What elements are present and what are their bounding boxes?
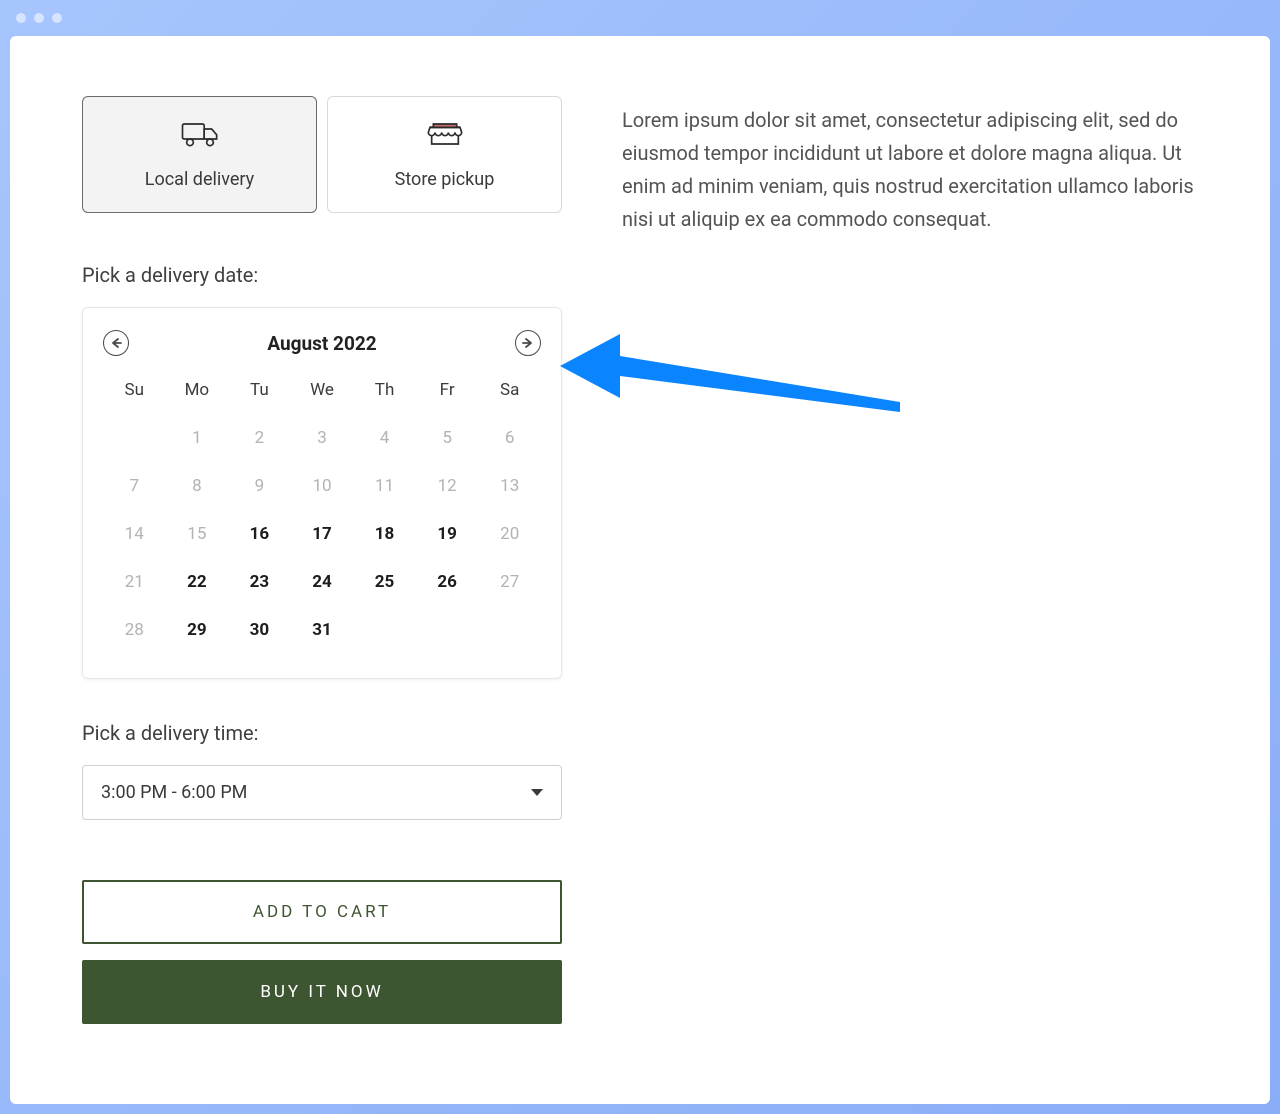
time-field-label: Pick a delivery time: bbox=[82, 721, 562, 745]
calendar-day[interactable]: 29 bbox=[166, 606, 229, 654]
calendar-month-title: August 2022 bbox=[267, 332, 376, 355]
calendar-day[interactable]: 24 bbox=[291, 558, 354, 606]
next-month-button[interactable] bbox=[515, 330, 541, 356]
calendar-day[interactable]: 16 bbox=[228, 510, 291, 558]
calendar-day[interactable]: 26 bbox=[416, 558, 479, 606]
calendar-weekday: Sa bbox=[478, 372, 541, 414]
calendar-day[interactable]: 30 bbox=[228, 606, 291, 654]
calendar-weekday: We bbox=[291, 372, 354, 414]
tab-store-pickup[interactable]: Store pickup bbox=[327, 96, 562, 213]
calendar-day: 27 bbox=[478, 558, 541, 606]
calendar-day: 10 bbox=[291, 462, 354, 510]
calendar-weekday: Tu bbox=[228, 372, 291, 414]
window-dot bbox=[34, 13, 44, 23]
date-field-label: Pick a delivery date: bbox=[82, 263, 562, 287]
calendar-day bbox=[103, 414, 166, 462]
product-description: Lorem ipsum dolor sit amet, consectetur … bbox=[622, 104, 1198, 236]
calendar-day[interactable]: 23 bbox=[228, 558, 291, 606]
chevron-down-icon bbox=[531, 789, 543, 796]
calendar-day: 15 bbox=[166, 510, 229, 558]
calendar-day[interactable]: 22 bbox=[166, 558, 229, 606]
truck-icon bbox=[180, 117, 220, 155]
prev-month-button[interactable] bbox=[103, 330, 129, 356]
browser-frame: Local delivery Store pickup Pick a deliv… bbox=[0, 0, 1280, 1114]
calendar-day[interactable]: 17 bbox=[291, 510, 354, 558]
calendar-day[interactable]: 31 bbox=[291, 606, 354, 654]
tab-label: Local delivery bbox=[145, 169, 254, 190]
calendar-day[interactable]: 25 bbox=[353, 558, 416, 606]
calendar-weekday: Fr bbox=[416, 372, 479, 414]
calendar-grid: SuMoTuWeThFrSa12345678910111213141516171… bbox=[103, 372, 541, 654]
calendar-weekday: Th bbox=[353, 372, 416, 414]
browser-chrome bbox=[0, 0, 1280, 36]
calendar-day: 8 bbox=[166, 462, 229, 510]
calendar-day: 4 bbox=[353, 414, 416, 462]
calendar-day: 28 bbox=[103, 606, 166, 654]
calendar-day[interactable]: 18 bbox=[353, 510, 416, 558]
calendar-day: 9 bbox=[228, 462, 291, 510]
calendar-day: 3 bbox=[291, 414, 354, 462]
button-label: Add to Cart bbox=[253, 902, 391, 922]
window-dot bbox=[16, 13, 26, 23]
calendar-day: 1 bbox=[166, 414, 229, 462]
calendar-day[interactable]: 19 bbox=[416, 510, 479, 558]
tab-label: Store pickup bbox=[395, 169, 495, 190]
arrow-left-icon bbox=[110, 337, 122, 349]
checkout-panel: Local delivery Store pickup Pick a deliv… bbox=[82, 96, 562, 1024]
calendar-day: 7 bbox=[103, 462, 166, 510]
tab-local-delivery[interactable]: Local delivery bbox=[82, 96, 317, 213]
calendar-weekday: Su bbox=[103, 372, 166, 414]
page: Local delivery Store pickup Pick a deliv… bbox=[10, 36, 1270, 1104]
calendar-day: 2 bbox=[228, 414, 291, 462]
description-panel: Lorem ipsum dolor sit amet, consectetur … bbox=[622, 96, 1198, 1024]
calendar-header: August 2022 bbox=[103, 330, 541, 356]
calendar-weekday: Mo bbox=[166, 372, 229, 414]
button-label: Buy It Now bbox=[260, 982, 383, 1002]
store-icon bbox=[425, 117, 465, 155]
calendar-day: 20 bbox=[478, 510, 541, 558]
window-dot bbox=[52, 13, 62, 23]
arrow-right-icon bbox=[522, 337, 534, 349]
calendar-day: 11 bbox=[353, 462, 416, 510]
time-select-value: 3:00 PM - 6:00 PM bbox=[101, 782, 247, 803]
calendar-day: 5 bbox=[416, 414, 479, 462]
calendar-day: 13 bbox=[478, 462, 541, 510]
add-to-cart-button[interactable]: Add to Cart bbox=[82, 880, 562, 944]
calendar-day: 21 bbox=[103, 558, 166, 606]
date-picker: August 2022 SuMoTuWeThFrSa12345678910111… bbox=[82, 307, 562, 679]
delivery-method-tabs: Local delivery Store pickup bbox=[82, 96, 562, 213]
buy-now-button[interactable]: Buy It Now bbox=[82, 960, 562, 1024]
time-select[interactable]: 3:00 PM - 6:00 PM bbox=[82, 765, 562, 820]
calendar-day: 12 bbox=[416, 462, 479, 510]
calendar-day: 14 bbox=[103, 510, 166, 558]
calendar-day: 6 bbox=[478, 414, 541, 462]
